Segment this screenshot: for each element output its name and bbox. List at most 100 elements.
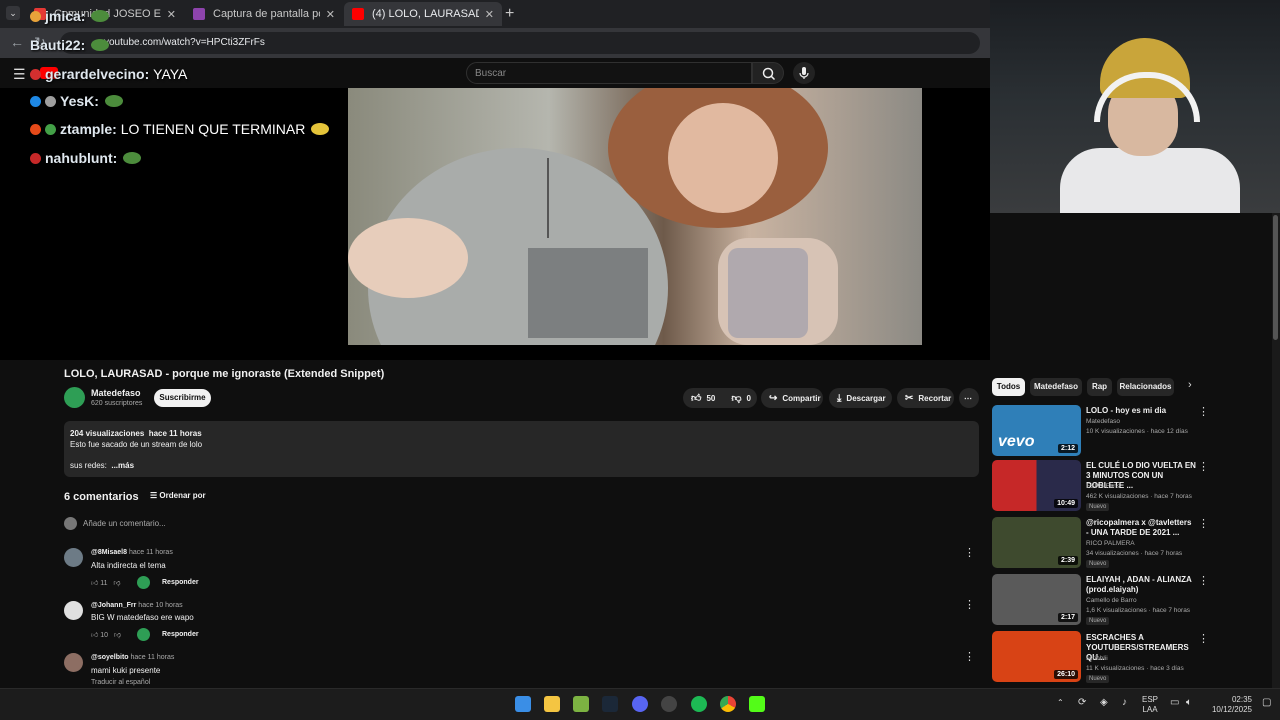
add-comment-input[interactable]: Añade un comentario... — [83, 519, 166, 528]
back-icon[interactable]: ← — [10, 34, 24, 50]
emote-icon — [123, 152, 142, 164]
video-menu-icon[interactable]: ⋮ — [1198, 517, 1209, 530]
close-tab-icon[interactable]: ✕ — [167, 8, 176, 21]
view-count: 204 visualizaciones — [70, 429, 145, 438]
mic-tray-icon[interactable]: ♪ — [1122, 697, 1127, 708]
creator-heart-icon — [137, 576, 150, 589]
comment-avatar[interactable] — [64, 601, 83, 620]
like-icon[interactable]: 👍︎ — [91, 632, 98, 639]
minecraft-icon[interactable] — [573, 696, 589, 712]
related-video-channel[interactable]: Matedefaso — [1086, 418, 1120, 425]
related-video-channel[interactable]: ESPN Fans — [1086, 483, 1120, 490]
video-thumbnail[interactable]: 2:17 — [992, 574, 1081, 625]
video-menu-icon[interactable]: ⋮ — [1198, 632, 1209, 645]
related-video-title[interactable]: LOLO - hoy es mi dia — [1086, 406, 1196, 416]
spotify-icon[interactable] — [691, 696, 707, 712]
comment-author[interactable]: @Johann_Frr — [91, 602, 136, 609]
video-duration: 2:12 — [1057, 444, 1078, 453]
video-frame[interactable] — [348, 88, 922, 345]
tab-label: (4) LOLO, LAURASAD - porque me ignoraste — [372, 8, 479, 20]
obs-icon[interactable] — [661, 696, 677, 712]
like-count[interactable]: 50 — [706, 394, 715, 403]
new-tab-button[interactable]: + — [505, 5, 514, 23]
comment-time[interactable]: hace 11 horas — [129, 549, 173, 556]
more-actions-button[interactable]: ⋯ — [959, 388, 979, 408]
language-indicator[interactable]: ESP LAA — [1142, 695, 1158, 715]
chip-related[interactable]: Relacionados — [1117, 378, 1174, 396]
related-video-title[interactable]: @ricopalmera x @tavletters - UNA TARDE D… — [1086, 518, 1196, 538]
steam-icon[interactable] — [602, 696, 618, 712]
share-icon: ↪ — [769, 392, 778, 404]
video-menu-icon[interactable]: ⋮ — [1198, 574, 1209, 587]
close-tab-icon[interactable]: ✕ — [485, 8, 494, 21]
clock[interactable]: 02:35 10/12/2025 — [1206, 695, 1252, 715]
chevron-right-icon[interactable]: › — [1188, 379, 1192, 391]
sort-comments-button[interactable]: ☰ Ordenar por — [150, 491, 206, 500]
network-icon[interactable]: ▭ — [1170, 697, 1179, 708]
tray-overflow-icon[interactable]: ⌃ — [1057, 698, 1064, 707]
related-video-channel[interactable]: RICO PALMERA — [1086, 540, 1135, 547]
dislike-icon[interactable]: 👎︎ — [113, 580, 120, 587]
search-input[interactable]: Buscar — [466, 62, 752, 84]
comment-author[interactable]: @soyelbito — [91, 654, 129, 661]
start-icon[interactable] — [515, 696, 531, 712]
dislike-icon[interactable]: 👎︎ — [114, 632, 121, 639]
comment-avatar[interactable] — [64, 653, 83, 672]
translate-link[interactable]: Traducir al español — [91, 679, 150, 686]
download-button[interactable]: ⤓ Descargar — [829, 388, 892, 408]
like-icon[interactable]: 👍︎ — [691, 392, 701, 404]
url-field[interactable]: youtube.com/watch?v=HPCti3ZFrFs — [60, 32, 980, 54]
creator-heart-icon — [137, 628, 150, 641]
comment-menu-icon[interactable]: ⋮ — [964, 650, 975, 663]
reply-button[interactable]: Responder — [162, 579, 199, 586]
volume-icon[interactable]: 🔈︎ — [1186, 697, 1192, 708]
comment-author[interactable]: @8Misael8 — [91, 549, 127, 556]
video-menu-icon[interactable]: ⋮ — [1198, 405, 1209, 418]
security-icon[interactable]: ◈ — [1100, 697, 1108, 708]
like-icon[interactable]: 👍︎ — [91, 580, 98, 587]
comment-menu-icon[interactable]: ⋮ — [964, 546, 975, 559]
scrollbar-thumb[interactable] — [1273, 215, 1278, 340]
related-video-title[interactable]: ELAIYAH , ADAN - ALIANZA (prod.elaiyah) — [1086, 575, 1196, 595]
channel-name[interactable]: Matedefaso — [91, 388, 141, 398]
chrome-icon[interactable] — [720, 696, 736, 712]
related-video-channel[interactable]: Camello de Barro — [1086, 597, 1137, 604]
chip-rap[interactable]: Rap — [1087, 378, 1112, 396]
show-more-link[interactable]: ...más — [111, 461, 134, 470]
voice-search-button[interactable] — [793, 62, 815, 84]
dislike-count[interactable]: 0 — [747, 394, 751, 403]
video-menu-icon[interactable]: ⋮ — [1198, 460, 1209, 473]
clip-label: Recortar — [918, 393, 952, 403]
channel-avatar[interactable] — [64, 387, 85, 408]
comment-menu-icon[interactable]: ⋮ — [964, 598, 975, 611]
tab-youtube[interactable]: (4) LOLO, LAURASAD - porque me ignoraste… — [344, 2, 502, 26]
related-video-channel[interactable]: scribblii — [1086, 655, 1108, 662]
sync-icon[interactable]: ⟳ — [1078, 697, 1086, 708]
comment-time[interactable]: hace 10 horas — [138, 602, 182, 609]
close-tab-icon[interactable]: ✕ — [326, 8, 335, 21]
tab-label: Captura de pantalla por Lightshot — [213, 8, 320, 20]
search-button[interactable] — [752, 62, 784, 84]
kick-icon[interactable] — [749, 696, 765, 712]
video-thumbnail[interactable]: 10:49 — [992, 460, 1081, 511]
video-thumbnail[interactable]: vevo 2:12 — [992, 405, 1081, 456]
notifications-icon[interactable]: ▢ — [1262, 697, 1271, 708]
share-button[interactable]: ↪ Compartir — [761, 388, 823, 408]
comment-avatar[interactable] — [64, 548, 83, 567]
subscribe-button[interactable]: Suscribirme — [154, 389, 211, 407]
tab-lightshot[interactable]: Captura de pantalla por Lightshot ✕ — [185, 2, 343, 26]
tab-search-button[interactable]: ⌄ — [6, 6, 20, 20]
video-thumbnail[interactable]: 26:10 — [992, 631, 1081, 682]
user-avatar — [64, 517, 77, 530]
chip-channel[interactable]: Matedefaso — [1030, 378, 1082, 396]
reply-button[interactable]: Responder — [162, 631, 199, 638]
dislike-icon[interactable]: 👎︎ — [731, 392, 741, 404]
discord-icon[interactable] — [632, 696, 648, 712]
clip-button[interactable]: ✂ Recortar — [897, 388, 954, 408]
file-explorer-icon[interactable] — [544, 696, 560, 712]
video-duration: 2:17 — [1057, 613, 1078, 622]
chip-all[interactable]: Todos — [992, 378, 1025, 396]
comment-time[interactable]: hace 11 horas — [131, 654, 175, 661]
video-thumbnail[interactable]: 2:39 — [992, 517, 1081, 568]
menu-icon[interactable]: ☰ — [13, 66, 26, 83]
